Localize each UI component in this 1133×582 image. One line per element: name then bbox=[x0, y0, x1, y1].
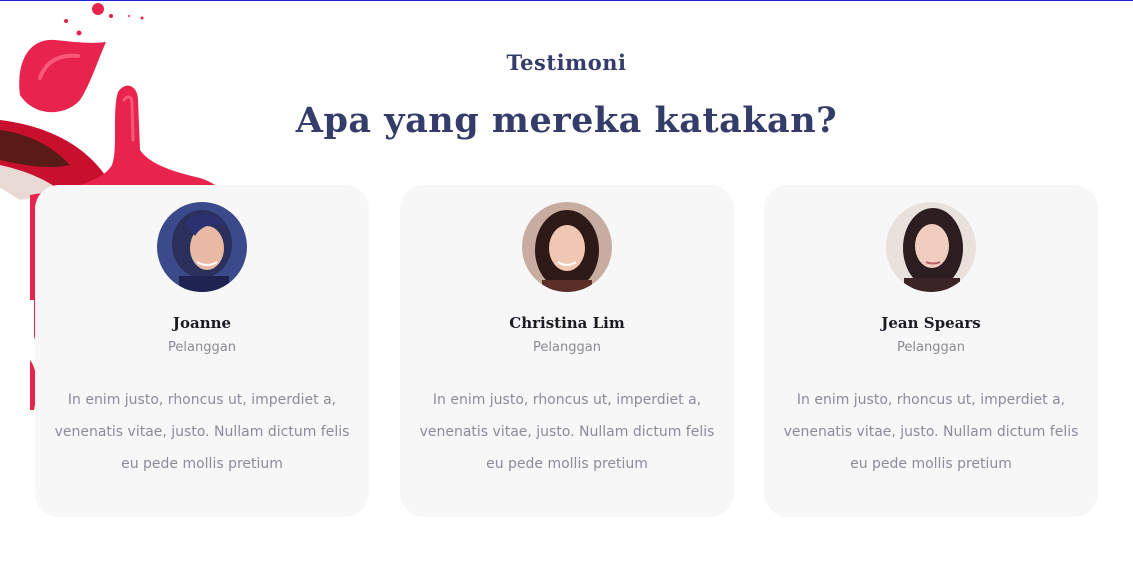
testimonial-role: Pelanggan bbox=[897, 340, 965, 355]
testimonial-name: Jean Spears bbox=[881, 314, 981, 332]
section-headline: Apa yang mereka katakan? bbox=[295, 100, 838, 141]
avatar bbox=[157, 202, 247, 292]
testimonial-cards: Joanne Pelanggan In enim justo, rhoncus … bbox=[35, 185, 1100, 517]
testimonial-quote: In enim justo, rhoncus ut, imperdiet a, … bbox=[419, 392, 715, 472]
testimonial-card: Christina Lim Pelanggan In enim justo, r… bbox=[400, 185, 734, 517]
testimonial-role: Pelanggan bbox=[168, 340, 236, 355]
section-eyebrow: Testimoni bbox=[506, 50, 627, 75]
avatar bbox=[886, 202, 976, 292]
testimonial-quote: In enim justo, rhoncus ut, imperdiet a, … bbox=[54, 392, 350, 472]
testimonial-name: Joanne bbox=[172, 314, 232, 332]
avatar bbox=[522, 202, 612, 292]
testimonial-role: Pelanggan bbox=[533, 340, 601, 355]
testimonial-name: Christina Lim bbox=[509, 314, 625, 332]
testimonial-card: Joanne Pelanggan In enim justo, rhoncus … bbox=[35, 185, 369, 517]
testimonial-card: Jean Spears Pelanggan In enim justo, rho… bbox=[764, 185, 1098, 517]
testimonial-quote: In enim justo, rhoncus ut, imperdiet a, … bbox=[783, 392, 1079, 472]
